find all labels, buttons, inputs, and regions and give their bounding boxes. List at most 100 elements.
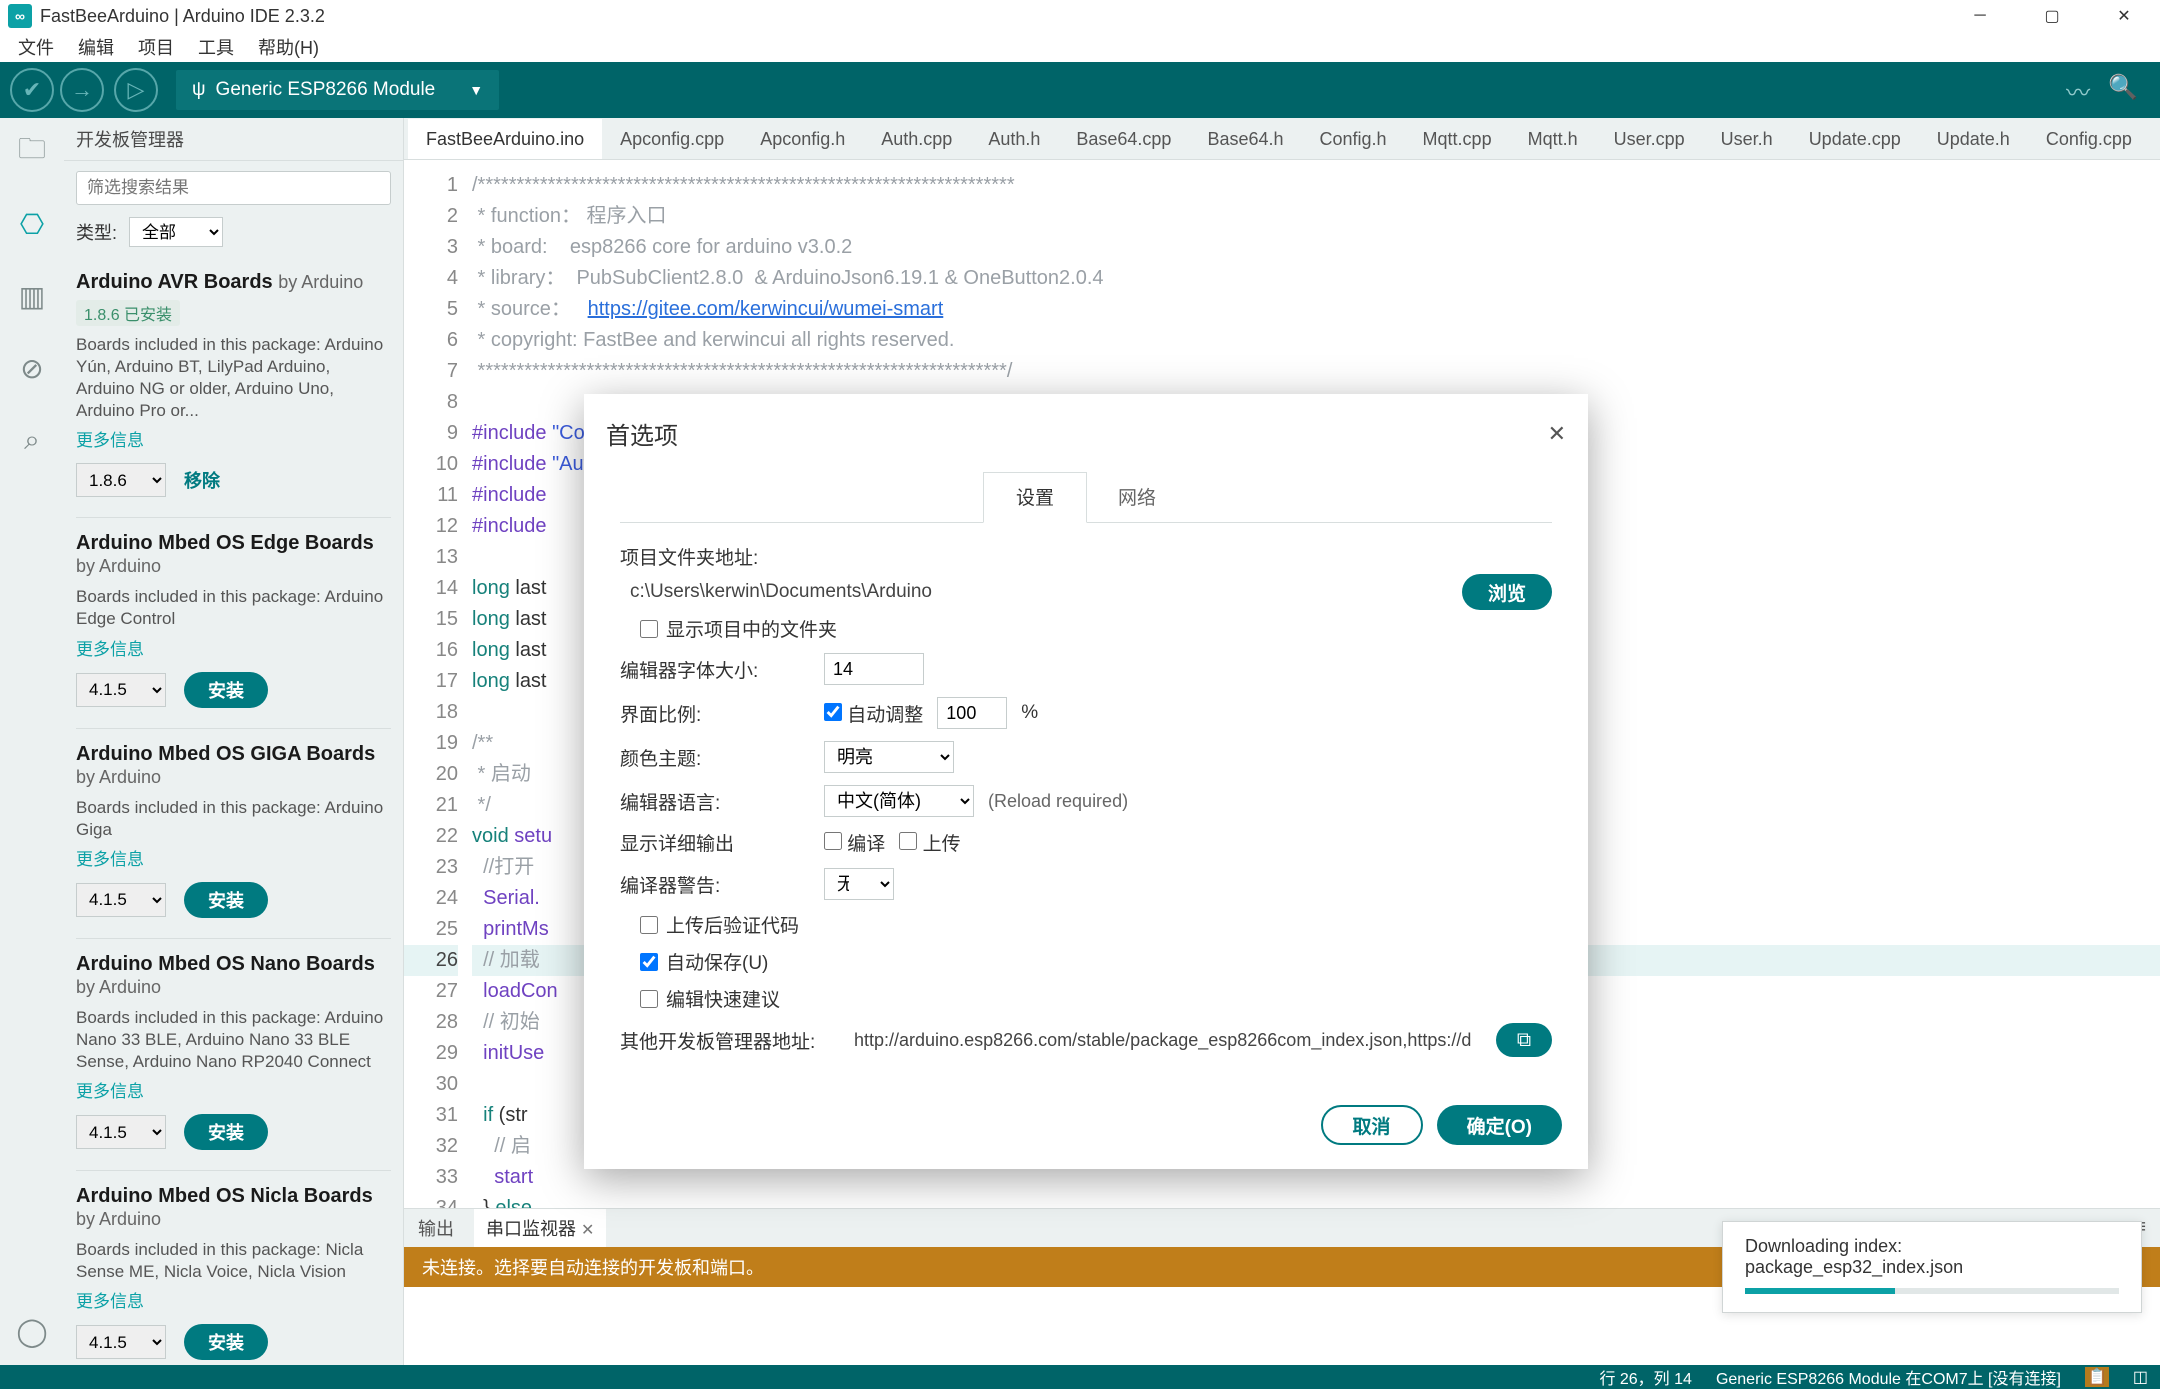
version-select[interactable]: 4.1.5 <box>76 673 166 707</box>
close-tab-icon[interactable]: ✕ <box>581 1222 594 1239</box>
board-name: Arduino Mbed OS Nicla Boards by Arduino <box>76 1185 391 1231</box>
editor-tab[interactable]: Apconfig.cpp <box>602 119 742 159</box>
editor-tab[interactable]: Update.cpp <box>1791 119 1919 159</box>
tab-network[interactable]: 网络 <box>1085 472 1189 523</box>
tab-settings[interactable]: 设置 <box>983 472 1087 523</box>
boards-manager-icon[interactable]: ⎔ <box>14 206 50 242</box>
scale-label: 界面比例: <box>620 700 810 727</box>
verbose-label: 显示详细输出 <box>620 829 810 856</box>
install-button[interactable]: 安装 <box>184 672 268 708</box>
window-controls: ─ ▢ ✕ <box>1944 0 2160 32</box>
sketchbook-icon[interactable]: 🗀 <box>14 134 50 170</box>
compiler-warn-select[interactable]: 无 <box>824 868 894 900</box>
install-button[interactable]: 安装 <box>184 1114 268 1150</box>
theme-select[interactable]: 明亮 <box>824 741 954 773</box>
verify-button[interactable]: ✔ <box>10 68 54 112</box>
tabs-overflow-icon[interactable]: ⋯ <box>2150 133 2160 159</box>
scale-input[interactable] <box>937 697 1007 729</box>
debug-button[interactable]: ▷ <box>114 68 158 112</box>
menu-item[interactable]: 编辑 <box>68 32 124 62</box>
upload-check[interactable]: 上传 <box>899 829 960 856</box>
editor-tab[interactable]: Base64.h <box>1189 119 1301 159</box>
font-size-input[interactable] <box>824 653 924 685</box>
version-select[interactable]: 1.8.6 <box>76 463 166 497</box>
show-files-check[interactable]: 显示项目中的文件夹 <box>640 615 1552 642</box>
board-card: Arduino Mbed OS Edge Boards by ArduinoBo… <box>76 518 391 728</box>
search-icon[interactable]: ⌕ <box>14 422 50 458</box>
menu-bar: 文件编辑项目工具帮助(H) <box>0 32 2160 62</box>
usb-icon: ψ <box>192 79 206 101</box>
editor-tab[interactable]: User.cpp <box>1596 119 1703 159</box>
sketch-path-input[interactable] <box>620 574 1448 610</box>
bm-search-input[interactable] <box>76 171 391 205</box>
remove-button[interactable]: 移除 <box>184 467 220 493</box>
menu-item[interactable]: 项目 <box>128 32 184 62</box>
more-info-link[interactable]: 更多信息 <box>76 1287 391 1312</box>
output-tab[interactable]: 输出 <box>418 1215 454 1241</box>
account-icon[interactable]: ◯ <box>14 1313 50 1349</box>
board-selector[interactable]: ψ Generic ESP8266 Module ▼ <box>176 70 499 110</box>
gutter: 1234567891011121314151617181920212223242… <box>404 160 472 1208</box>
board-desc: Boards included in this package: Arduino… <box>76 334 391 422</box>
quick-suggest-check[interactable]: 编辑快速建议 <box>640 985 1552 1012</box>
board-urls-input[interactable] <box>844 1024 1482 1056</box>
board-card: Arduino Mbed OS Nicla Boards by ArduinoB… <box>76 1171 391 1365</box>
expand-urls-button[interactable]: ⧉ <box>1496 1023 1552 1057</box>
version-select[interactable]: 4.1.5 <box>76 1325 166 1359</box>
maximize-button[interactable]: ▢ <box>2016 0 2088 32</box>
editor-tab[interactable]: User.h <box>1703 119 1791 159</box>
compiler-warn-label: 编译器警告: <box>620 871 810 898</box>
window-title: FastBeeArduino | Arduino IDE 2.3.2 <box>40 6 325 27</box>
more-info-link[interactable]: 更多信息 <box>76 426 391 451</box>
more-info-link[interactable]: 更多信息 <box>76 845 391 870</box>
editor-tab[interactable]: Config.cpp <box>2028 119 2150 159</box>
serial-monitor-icon[interactable]: 🔍 <box>2108 73 2138 108</box>
library-manager-icon[interactable]: ▥ <box>14 278 50 314</box>
board-desc: Boards included in this package: Arduino… <box>76 1007 391 1073</box>
editor-tab[interactable]: Base64.cpp <box>1058 119 1189 159</box>
editor-tab[interactable]: Update.h <box>1919 119 2028 159</box>
menu-item[interactable]: 文件 <box>8 32 64 62</box>
toolbar: ✔ → ▷ ψ Generic ESP8266 Module ▼ 〰 🔍 <box>0 62 2160 118</box>
status-bar: 行 26，列 14 Generic ESP8266 Module 在COM7上 … <box>0 1365 2160 1389</box>
reload-hint: (Reload required) <box>988 791 1128 812</box>
version-select[interactable]: 4.1.5 <box>76 1115 166 1149</box>
close-button[interactable]: ✕ <box>2088 0 2160 32</box>
serial-monitor-tab[interactable]: 串口监视器 ✕ <box>474 1209 606 1247</box>
verify-upload-check[interactable]: 上传后验证代码 <box>640 911 1552 938</box>
debug-icon[interactable]: ⊘ <box>14 350 50 386</box>
auto-scale-check[interactable]: 自动调整 <box>824 700 923 727</box>
install-button[interactable]: 安装 <box>184 1324 268 1360</box>
close-panel-icon[interactable]: ◫ <box>2133 1367 2148 1387</box>
upload-button[interactable]: → <box>60 68 104 112</box>
install-button[interactable]: 安装 <box>184 882 268 918</box>
browse-button[interactable]: 浏览 <box>1462 574 1552 610</box>
editor-tab[interactable]: Auth.cpp <box>863 119 970 159</box>
editor-tab[interactable]: Auth.h <box>970 119 1058 159</box>
autosave-check[interactable]: 自动保存(U) <box>640 948 1552 975</box>
ok-button[interactable]: 确定(O) <box>1437 1105 1562 1145</box>
cancel-button[interactable]: 取消 <box>1321 1105 1423 1145</box>
menu-item[interactable]: 工具 <box>188 32 244 62</box>
dialog-title: 首选项 <box>606 416 678 451</box>
notification-icon[interactable]: 📋 <box>2085 1367 2109 1387</box>
type-select[interactable]: 全部 <box>129 217 223 247</box>
minimize-button[interactable]: ─ <box>1944 0 2016 32</box>
board-status[interactable]: Generic ESP8266 Module 在COM7上 [没有连接] <box>1716 1365 2061 1389</box>
menu-item[interactable]: 帮助(H) <box>248 32 329 62</box>
editor-tab[interactable]: FastBeeArduino.ino <box>408 119 602 159</box>
more-info-link[interactable]: 更多信息 <box>76 1077 391 1102</box>
board-name: Arduino AVR Boards by Arduino <box>76 271 391 294</box>
type-label: 类型: <box>76 219 117 245</box>
editor-tab[interactable]: Mqtt.h <box>1510 119 1596 159</box>
board-urls-label: 其他开发板管理器地址: <box>620 1027 830 1054</box>
editor-tab[interactable]: Config.h <box>1302 119 1405 159</box>
lang-select[interactable]: 中文(简体) <box>824 785 974 817</box>
more-info-link[interactable]: 更多信息 <box>76 635 391 660</box>
compile-check[interactable]: 编译 <box>824 829 885 856</box>
editor-tab[interactable]: Apconfig.h <box>742 119 863 159</box>
serial-plotter-icon[interactable]: 〰 <box>2066 73 2090 108</box>
dialog-close-icon[interactable]: ✕ <box>1548 421 1566 447</box>
editor-tab[interactable]: Mqtt.cpp <box>1405 119 1510 159</box>
version-select[interactable]: 4.1.5 <box>76 883 166 917</box>
